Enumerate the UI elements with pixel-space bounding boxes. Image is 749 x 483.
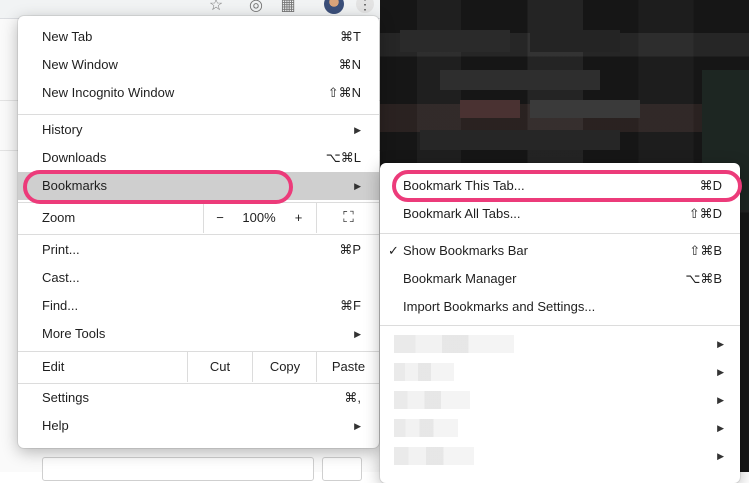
zoom-in-button[interactable]: + [282,203,315,233]
paste-button[interactable]: Paste [316,352,380,382]
zoom-row: Zoom − 100% + ⛶ [18,203,379,233]
menu-item-label: Find... [42,298,79,313]
blurred-block [420,130,620,150]
page-button[interactable] [322,457,362,481]
menu-item-label: More Tools [42,326,106,341]
chrome-main-menu: New Tab ⌘T New Window ⌘N New Incognito W… [18,16,379,448]
bookmark-folder-item[interactable]: ▶ [380,386,740,414]
menu-item-show-bookmarks-bar[interactable]: ✓ Show Bookmarks Bar ⇧⌘B [380,237,740,265]
submenu-arrow-icon: ▶ [717,423,724,433]
menu-item-shortcut: ⌥⌘B [685,271,722,286]
zoom-out-button[interactable]: − [203,203,236,233]
edit-label: Edit [42,359,65,374]
blurred-block [530,100,640,118]
submenu-arrow-icon: ▶ [717,451,724,461]
menu-item-label: History [42,122,83,137]
extension-icon-2[interactable]: ▦ [278,0,298,16]
submenu-arrow-icon: ▶ [354,125,361,135]
menu-item-shortcut: ⌘N [338,57,361,72]
bookmark-folder-item[interactable]: ▶ [380,330,740,358]
blurred-bookmark-label [394,363,454,381]
edit-row: Edit Cut Copy Paste [18,352,379,382]
menu-item-shortcut: ⇧⌘D [688,206,722,221]
menu-separator [380,233,740,234]
menu-item-settings[interactable]: Settings ⌘, [18,384,379,412]
menu-separator [18,114,379,115]
blurred-bookmark-label [394,419,458,437]
menu-item-new-incognito-window[interactable]: New Incognito Window ⇧⌘N [18,79,379,107]
submenu-arrow-icon: ▶ [717,367,724,377]
menu-item-shortcut: ⇧⌘N [327,85,361,100]
bookmark-folder-item[interactable]: ▶ [380,358,740,386]
blurred-block [440,70,600,90]
blurred-block [530,30,620,52]
menu-item-help[interactable]: Help ▶ [18,412,379,440]
submenu-arrow-icon: ▶ [354,329,361,339]
menu-item-bookmark-this-tab[interactable]: Bookmark This Tab... ⌘D [380,172,740,200]
chrome-menu-icon[interactable]: ⋮ [356,0,374,13]
submenu-arrow-icon: ▶ [717,339,724,349]
page-input-field[interactable] [42,457,314,481]
menu-item-bookmark-all-tabs[interactable]: Bookmark All Tabs... ⇧⌘D [380,200,740,228]
copy-button[interactable]: Copy [252,352,317,382]
submenu-arrow-icon: ▶ [354,421,361,431]
bookmark-folder-item[interactable]: ▶ [380,414,740,442]
menu-item-new-tab[interactable]: New Tab ⌘T [18,23,379,51]
menu-item-more-tools[interactable]: More Tools ▶ [18,320,379,348]
menu-item-history[interactable]: History ▶ [18,116,379,144]
menu-item-label: Print... [42,242,80,257]
submenu-arrow-icon: ▶ [717,395,724,405]
menu-item-label: Show Bookmarks Bar [403,243,528,258]
blurred-bookmark-label [394,447,474,465]
fullscreen-icon[interactable]: ⛶ [316,203,380,233]
menu-item-bookmarks[interactable]: Bookmarks ▶ [18,172,379,200]
menu-item-shortcut: ⌘P [339,242,361,257]
menu-item-shortcut: ⌘F [340,298,361,313]
bookmark-folder-item[interactable]: ▶ [380,442,740,470]
submenu-arrow-icon: ▶ [354,181,361,191]
menu-item-label: New Tab [42,29,93,44]
menu-item-shortcut: ⌘, [344,390,361,405]
menu-item-import-bookmarks[interactable]: Import Bookmarks and Settings... [380,293,740,321]
menu-item-label: Help [42,418,69,433]
menu-item-label: New Incognito Window [42,85,175,100]
zoom-level-value: 100% [242,210,276,225]
menu-separator [18,234,379,235]
menu-item-label: Bookmark All Tabs... [403,206,521,221]
menu-item-cast[interactable]: Cast... [18,264,379,292]
menu-item-find[interactable]: Find... ⌘F [18,292,379,320]
menu-item-shortcut: ⌘T [340,29,361,44]
blurred-block [400,30,510,52]
menu-item-shortcut: ⌥⌘L [325,150,361,165]
menu-item-print[interactable]: Print... ⌘P [18,236,379,264]
blurred-bookmark-label [394,391,470,409]
menu-item-label: Bookmark Manager [403,271,517,286]
blurred-block [460,100,520,118]
menu-item-label: New Window [42,57,118,72]
cut-button[interactable]: Cut [187,352,252,382]
menu-item-bookmark-manager[interactable]: Bookmark Manager ⌥⌘B [380,265,740,293]
menu-item-new-window[interactable]: New Window ⌘N [18,51,379,79]
menu-separator [380,325,740,326]
bookmarks-submenu: Bookmark This Tab... ⌘D Bookmark All Tab… [380,163,740,483]
menu-item-label: Cast... [42,270,80,285]
bookmark-star-icon[interactable]: ☆ [206,0,226,16]
menu-item-downloads[interactable]: Downloads ⌥⌘L [18,144,379,172]
zoom-label: Zoom [42,210,76,225]
menu-item-label: Import Bookmarks and Settings... [403,299,596,314]
profile-avatar[interactable] [324,0,344,14]
menu-item-shortcut: ⌘D [699,178,722,193]
menu-item-label: Bookmarks [42,178,108,193]
menu-item-shortcut: ⇧⌘B [689,243,722,258]
menu-item-label: Settings [42,390,89,405]
menu-item-label: Bookmark This Tab... [403,178,525,193]
menu-item-label: Downloads [42,150,107,165]
extension-icon[interactable]: ◎ [246,0,266,16]
blurred-bookmark-label [394,335,514,353]
checkmark-icon: ✓ [388,243,399,258]
